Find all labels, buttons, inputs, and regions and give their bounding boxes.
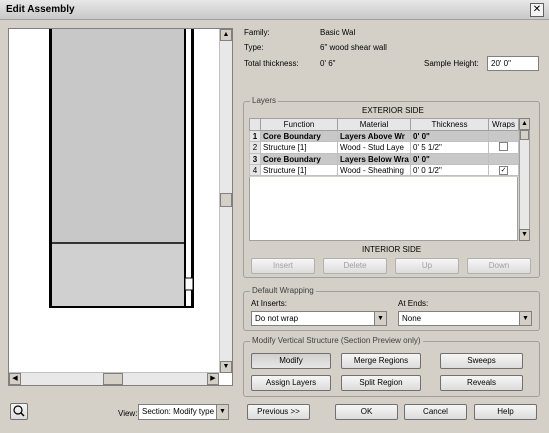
wraps-cell: ✓ [488,164,519,176]
layers-table-empty-area [249,177,518,241]
header-wraps[interactable]: Wraps [488,118,519,131]
wall-section-drawing [9,29,219,373]
row-number: 3 [249,153,261,165]
section-preview[interactable]: ▲ ▼ ◀ ▶ [8,28,233,386]
at-ends-label: At Ends: [398,299,429,308]
chevron-down-icon[interactable]: ▼ [519,312,531,325]
scroll-down-icon[interactable]: ▼ [519,229,530,241]
cancel-button[interactable]: Cancel [404,404,467,420]
sample-height-label: Sample Height: [424,59,479,68]
chevron-down-icon[interactable]: ▼ [216,405,228,419]
header-material[interactable]: Material [337,118,411,131]
wraps-checkbox[interactable] [499,142,508,151]
material-cell[interactable]: Wood - Sheathing [337,164,411,176]
scroll-up-icon[interactable]: ▲ [519,118,530,130]
layers-header-row: Function Material Thickness Wraps [249,118,519,131]
thickness-cell[interactable]: 0' 0" [410,130,489,142]
total-thickness-value: 0' 6" [320,59,336,68]
preview-toggle-button[interactable]: Previous >> [247,404,310,420]
at-ends-value: None [402,314,422,323]
wraps-cell [488,130,519,142]
table-row[interactable]: 3 Core Boundary Layers Below Wra 0' 0" [249,153,519,165]
vertical-scroll-thumb[interactable] [220,193,232,207]
layers-scroll-thumb[interactable] [520,130,529,140]
scroll-up-icon[interactable]: ▲ [220,29,232,41]
at-inserts-select[interactable]: Do not wrap ▼ [251,311,387,326]
total-thickness-label: Total thickness: [244,59,299,68]
horizontal-scroll-thumb[interactable] [103,373,123,385]
at-inserts-value: Do not wrap [255,314,299,323]
material-cell[interactable]: Wood - Stud Laye [337,141,411,154]
ok-button[interactable]: OK [335,404,398,420]
view-select[interactable]: Section: Modify type ▼ [138,404,229,420]
row-number: 4 [249,164,261,176]
help-button[interactable]: Help [474,404,537,420]
title-bar: Edit Assembly ✕ [0,0,549,20]
preview-canvas[interactable] [9,29,219,373]
layers-table-scrollbar[interactable]: ▲ ▼ [519,118,530,241]
layers-legend: Layers [250,96,279,105]
sample-height-input[interactable]: 20' 0" [487,56,539,71]
merge-regions-button[interactable]: Merge Regions [341,353,421,369]
at-ends-select[interactable]: None ▼ [398,311,532,326]
view-value: Section: Modify type [142,407,215,416]
header-function[interactable]: Function [260,118,338,131]
thickness-cell[interactable]: 0' 0 1/2" [410,164,489,176]
reveals-button[interactable]: Reveals [440,375,523,391]
split-region-button[interactable]: Split Region [341,375,421,391]
assign-layers-button[interactable]: Assign Layers [251,375,331,391]
scroll-right-icon[interactable]: ▶ [207,373,219,385]
zoom-icon [13,405,25,417]
header-num [249,118,261,131]
type-label: Type: [244,43,264,52]
function-cell[interactable]: Core Boundary [260,130,338,142]
wraps-cell [488,141,519,154]
type-value: 6" wood shear wall [320,43,387,52]
preview-vertical-scrollbar[interactable]: ▲ ▼ [219,29,232,373]
modify-vertical-structure-legend: Modify Vertical Structure (Section Previ… [250,336,423,345]
scroll-left-icon[interactable]: ◀ [9,373,21,385]
interior-side-label: INTERIOR SIDE [362,245,422,254]
up-button[interactable]: Up [395,258,459,274]
function-cell[interactable]: Structure [1] [260,141,338,154]
row-number: 1 [249,130,261,142]
table-row[interactable]: 1 Core Boundary Layers Above Wr 0' 0" [249,130,519,142]
thickness-cell[interactable]: 0' 0" [410,153,489,165]
sweeps-button[interactable]: Sweeps [440,353,523,369]
wraps-checkbox[interactable]: ✓ [499,166,508,175]
table-row[interactable]: 4 Structure [1] Wood - Sheathing 0' 0 1/… [249,164,519,176]
exterior-side-label: EXTERIOR SIDE [362,106,424,115]
delete-button[interactable]: Delete [323,258,387,274]
dialog-title: Edit Assembly [6,4,75,15]
material-cell[interactable]: Layers Below Wra [337,153,411,165]
thickness-cell[interactable]: 0' 5 1/2" [410,141,489,154]
close-icon[interactable]: ✕ [530,3,544,17]
at-inserts-label: At Inserts: [251,299,288,308]
material-cell[interactable]: Layers Above Wr [337,130,411,142]
family-label: Family: [244,28,270,37]
table-row[interactable]: 2 Structure [1] Wood - Stud Laye 0' 5 1/… [249,141,519,154]
view-label: View: [118,409,138,418]
layers-table[interactable]: Function Material Thickness Wraps 1 Core… [249,118,519,176]
modify-button[interactable]: Modify [251,353,331,369]
family-value: Basic Wal [320,28,356,37]
wraps-cell [488,153,519,165]
scroll-down-icon[interactable]: ▼ [220,361,232,373]
header-thickness[interactable]: Thickness [410,118,489,131]
function-cell[interactable]: Structure [1] [260,164,338,176]
down-button[interactable]: Down [467,258,531,274]
function-cell[interactable]: Core Boundary [260,153,338,165]
insert-button[interactable]: Insert [251,258,315,274]
row-number: 2 [249,141,261,154]
preview-horizontal-scrollbar[interactable]: ◀ ▶ [9,372,219,385]
default-wrapping-legend: Default Wrapping [250,286,316,295]
preview-zoom-button[interactable] [10,403,28,420]
chevron-down-icon[interactable]: ▼ [374,312,386,325]
